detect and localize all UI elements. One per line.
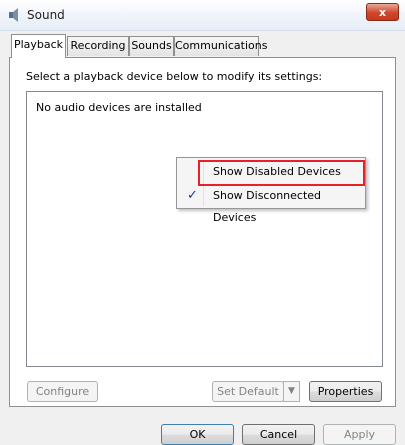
set-default-dropdown-icon[interactable]: ▼ [283, 381, 300, 402]
title-bar: Sound x [0, 0, 405, 31]
menu-item-show-disconnected[interactable]: ✓ Show Disconnected Devices [179, 185, 363, 224]
checkmark-icon: ✓ [187, 188, 198, 203]
device-list[interactable] [26, 91, 383, 367]
empty-device-message: No audio devices are installed [36, 101, 202, 114]
tab-communications[interactable]: Communications [174, 36, 267, 56]
instruction-text: Select a playback device below to modify… [26, 70, 323, 83]
cancel-button[interactable]: Cancel [242, 424, 315, 445]
configure-button[interactable]: Configure [27, 381, 98, 402]
close-button[interactable]: x [366, 3, 399, 21]
set-default-button[interactable]: Set Default [212, 381, 284, 402]
tab-playback[interactable]: Playback [11, 34, 66, 58]
properties-button[interactable]: Properties [309, 381, 382, 402]
menu-item-label: Show Disconnected Devices [213, 189, 322, 224]
window-title: Sound [27, 8, 65, 22]
tab-recording[interactable]: Recording [67, 36, 129, 56]
highlight-annotation [198, 160, 365, 186]
speaker-icon [9, 8, 18, 22]
ok-button[interactable]: OK [161, 424, 234, 445]
tab-sounds[interactable]: Sounds [129, 36, 174, 56]
apply-button[interactable]: Apply [323, 424, 396, 445]
